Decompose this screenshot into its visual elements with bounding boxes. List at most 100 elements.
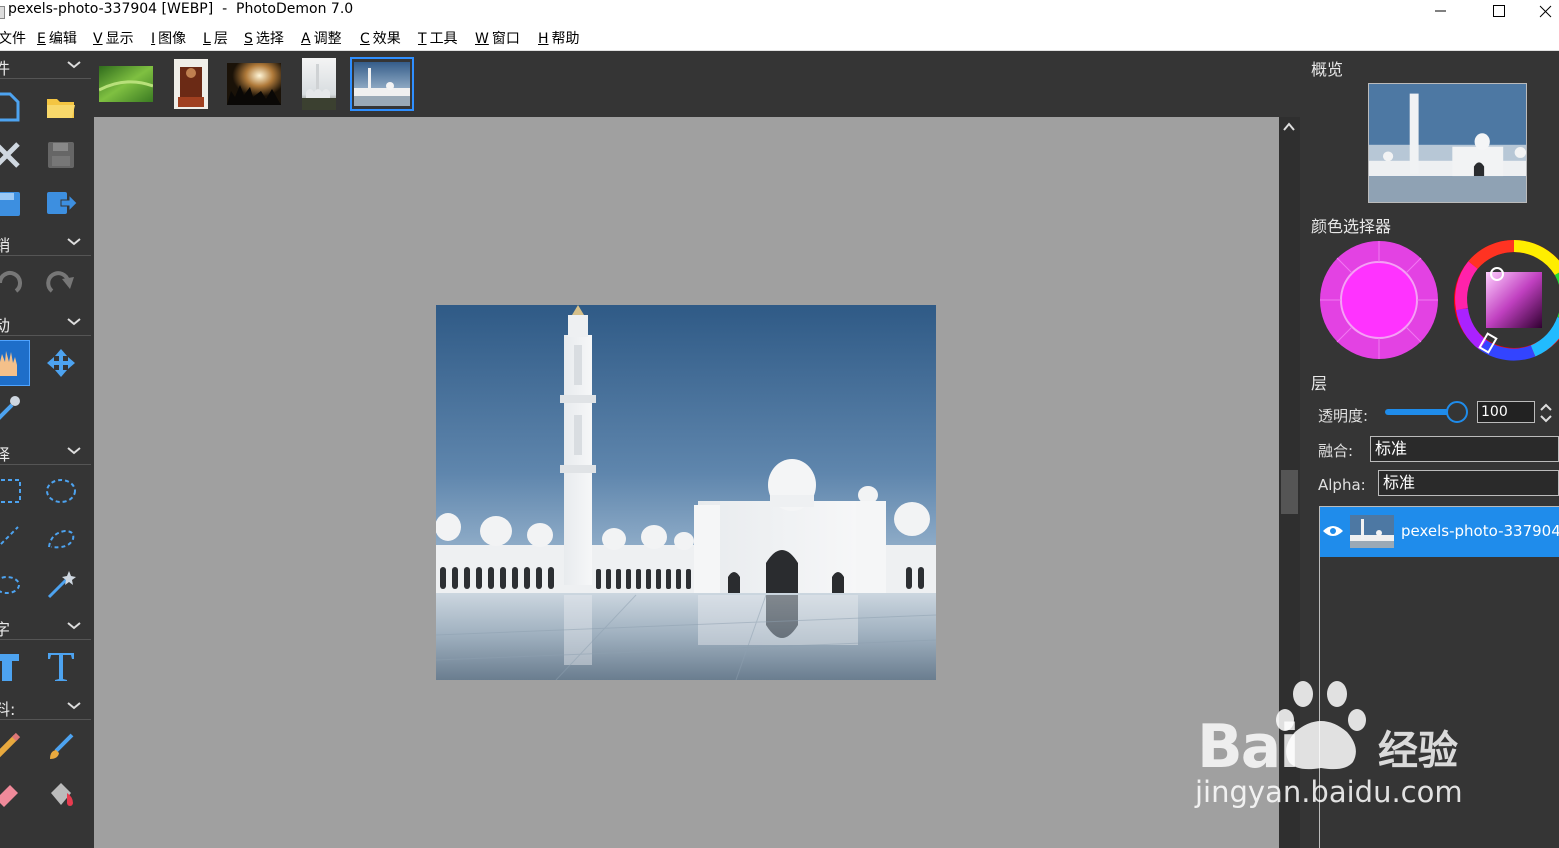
section-label: 择 <box>0 445 11 464</box>
hand-tool[interactable] <box>0 340 30 386</box>
chevron-down-icon <box>67 622 81 630</box>
new-image-tool[interactable] <box>0 84 30 130</box>
new-file-icon <box>0 92 20 122</box>
menu-select[interactable]: S 选择 <box>244 30 284 48</box>
magic-wand-tool[interactable] <box>38 562 84 608</box>
redo-tool[interactable] <box>38 261 84 307</box>
color-picker-tool[interactable] <box>0 385 30 431</box>
eye-visibility-icon[interactable] <box>1322 524 1344 538</box>
toolbox-section-file[interactable]: 件 <box>0 51 91 79</box>
color-wheel[interactable] <box>1453 239 1559 361</box>
section-label: 件 <box>0 59 11 78</box>
save-disk-icon <box>48 142 74 168</box>
title-bar: pexels-photo-337904 [WEBP] - PhotoDemon … <box>0 0 1559 27</box>
alpha-mode-select[interactable]: 标准 <box>1378 470 1559 496</box>
chevron-down-icon <box>67 238 81 246</box>
image-tab-thumbnail[interactable] <box>300 57 338 111</box>
image-tabs-strip <box>94 51 1300 117</box>
section-label: 销 <box>0 236 11 255</box>
toolbox-section-move[interactable]: 动 <box>0 308 91 336</box>
ellipse-select-tool[interactable] <box>38 468 84 514</box>
undo-tool[interactable] <box>0 261 30 307</box>
eraser-tool[interactable] <box>0 771 30 817</box>
image-tab-thumbnail[interactable] <box>226 57 282 111</box>
menu-effects[interactable]: C 效果 <box>360 30 401 48</box>
close-x-icon <box>0 142 20 168</box>
chevron-down-icon <box>67 447 81 455</box>
eyedropper-icon <box>0 396 20 420</box>
maximize-icon <box>1492 4 1505 17</box>
polygon-select-icon <box>0 576 20 594</box>
watermark-url: jingyan.baidu.com <box>1195 775 1463 809</box>
text-bold-icon <box>0 654 19 681</box>
pencil-tool[interactable] <box>0 723 30 769</box>
menu-image[interactable]: I 图像 <box>151 30 186 48</box>
overview-image <box>1369 84 1526 202</box>
lasso-icon <box>48 529 75 549</box>
toolbox-section-paint[interactable]: 料: <box>0 692 91 720</box>
toolbox-section-select[interactable]: 择 <box>0 437 91 465</box>
move-tool[interactable] <box>38 340 84 386</box>
blend-mode-select[interactable]: 标准 <box>1370 436 1559 462</box>
menu-layer[interactable]: L层 <box>203 30 228 48</box>
line-select-tool[interactable] <box>0 515 30 561</box>
image-tab-thumbnail[interactable] <box>172 57 210 111</box>
chevron-down-icon <box>67 702 81 710</box>
text-serif-icon <box>48 653 74 681</box>
polygon-select-tool[interactable] <box>0 562 30 608</box>
close-image-tool[interactable] <box>0 132 30 178</box>
blend-mode-label: 融合: <box>1318 442 1354 460</box>
basic-text-tool[interactable] <box>0 644 30 690</box>
overview-title: 概览 <box>1311 60 1344 79</box>
menu-view[interactable]: V 显示 <box>93 30 134 48</box>
fill-bucket-tool[interactable] <box>38 771 84 817</box>
close-button[interactable] <box>1532 0 1559 22</box>
layer-name: pexels-photo-337904 <box>1401 522 1559 540</box>
menu-file[interactable]: 文件 <box>0 30 26 48</box>
overview-thumbnail[interactable] <box>1368 83 1527 203</box>
mosque-photo <box>436 305 936 680</box>
save-as-icon <box>0 192 20 216</box>
export-tool[interactable] <box>38 180 84 226</box>
rect-select-tool[interactable] <box>0 468 30 514</box>
opacity-slider-handle[interactable] <box>1446 401 1468 423</box>
export-icon <box>47 192 77 214</box>
opacity-input[interactable]: 100 <box>1477 401 1535 423</box>
toolbox-section-text[interactable]: 字 <box>0 612 91 640</box>
color-picker-title: 颜色选择器 <box>1311 217 1392 236</box>
menu-edit[interactable]: E 编辑 <box>37 30 77 48</box>
menu-tools[interactable]: T 工具 <box>418 30 458 48</box>
scrollbar-thumb[interactable] <box>1281 470 1298 514</box>
redo-icon <box>46 271 74 293</box>
minimize-icon <box>1435 10 1446 12</box>
paintbrush-icon <box>50 733 74 759</box>
open-image-tool[interactable] <box>38 84 84 130</box>
menu-help[interactable]: H 帮助 <box>538 30 580 48</box>
undo-icon <box>0 271 22 293</box>
lasso-select-tool[interactable] <box>38 515 84 561</box>
spinner-icon[interactable] <box>1540 403 1552 423</box>
typography-text-tool[interactable] <box>38 644 84 690</box>
section-label: 动 <box>0 316 11 335</box>
paintbrush-tool[interactable] <box>38 723 84 769</box>
chevron-up-icon[interactable] <box>1283 122 1295 132</box>
app-icon <box>0 6 5 19</box>
layer-thumbnail <box>1350 515 1394 548</box>
eraser-icon <box>0 785 18 807</box>
canvas-image[interactable] <box>436 305 936 680</box>
menu-window[interactable]: W 窗口 <box>475 30 520 48</box>
save-tool[interactable] <box>38 132 84 178</box>
menu-adjust[interactable]: A 调整 <box>301 30 342 48</box>
image-tab-thumbnail-selected[interactable] <box>350 57 414 111</box>
maximize-button[interactable] <box>1476 0 1522 22</box>
save-as-tool[interactable] <box>0 180 30 226</box>
rect-select-icon <box>0 479 21 503</box>
primary-color-swatch[interactable] <box>1318 239 1440 361</box>
minimize-button[interactable] <box>1418 0 1464 22</box>
line-select-icon <box>0 526 19 547</box>
pencil-icon <box>0 732 21 758</box>
watermark-suffix: 经验 <box>1378 728 1458 774</box>
toolbox-section-undo[interactable]: 销 <box>0 228 91 256</box>
image-tab-thumbnail[interactable] <box>98 57 154 111</box>
chevron-down-icon <box>67 318 81 326</box>
